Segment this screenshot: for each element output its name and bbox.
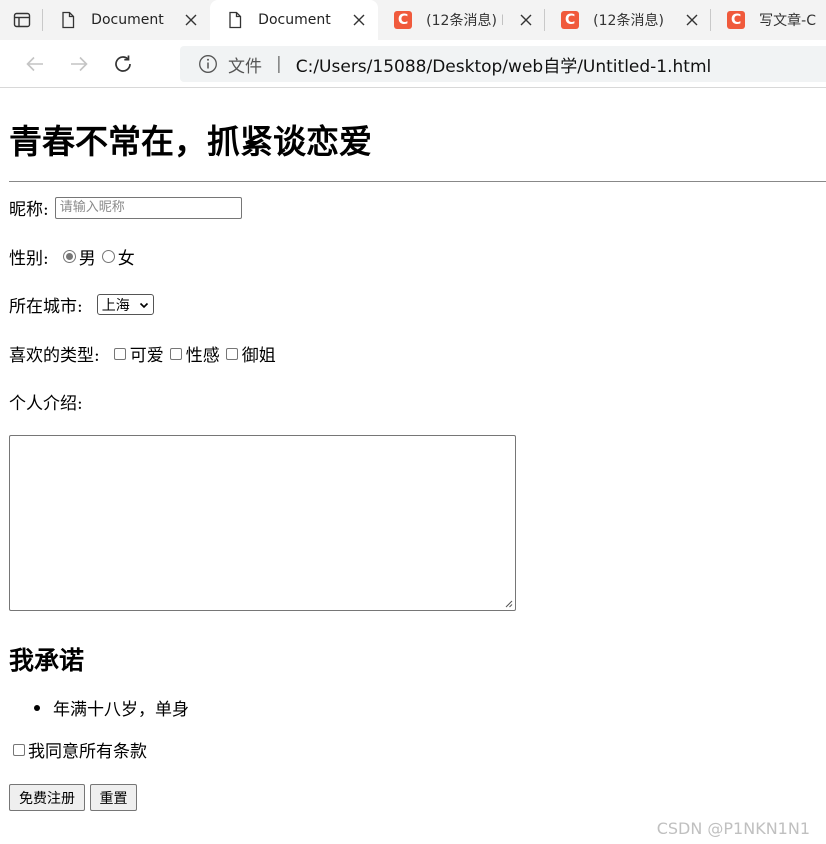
promise-text: 年满十八岁，单身: [53, 700, 189, 720]
agree-label: 我同意所有条款: [28, 742, 147, 762]
url-text[interactable]: C:/Users/15088/Desktop/web自学/Untitled-1.…: [296, 52, 712, 77]
csdn-icon: C: [727, 11, 746, 29]
tab-title: Document: [258, 12, 331, 28]
nickname-label: 昵称:: [9, 200, 49, 220]
intro-row: 个人介绍:: [9, 389, 83, 414]
back-button[interactable]: [13, 46, 57, 82]
page-content: 青春不常在，抓紧谈恋爱 昵称: 性别: 男 女 所在城市: 上海 喜欢的类型: …: [0, 89, 826, 844]
city-row: 所在城市: 上海: [9, 292, 154, 317]
gender-female-label: 女: [117, 249, 135, 269]
intro-textarea[interactable]: [9, 435, 516, 611]
file-icon: [62, 11, 75, 29]
promise-list-item: 年满十八岁，单身: [34, 695, 189, 720]
scheme-label: 文件: [228, 56, 262, 77]
nickname-row: 昵称:: [9, 195, 242, 220]
city-label: 所在城市:: [9, 297, 83, 317]
nickname-input[interactable]: [54, 196, 242, 219]
divider: [9, 181, 826, 182]
reload-button[interactable]: [101, 46, 145, 82]
close-icon[interactable]: [517, 11, 535, 29]
csdn-icon: C: [394, 11, 413, 29]
tab-title: (12条消息) P: [426, 13, 504, 29]
tab-csdn-2[interactable]: C (12条消息): [545, 0, 712, 40]
type-cute-label: 可爱: [129, 346, 164, 366]
city-selected-value: 上海: [101, 297, 130, 314]
type-mature-checkbox[interactable]: [225, 347, 238, 360]
type-cute-checkbox[interactable]: [113, 347, 126, 360]
gender-label: 性别:: [9, 249, 49, 269]
address-toolbar: 文件 | C:/Users/15088/Desktop/web自学/Untitl…: [0, 40, 826, 88]
watermark: CSDN @P1NKN1N1: [656, 819, 810, 838]
tab-csdn-1[interactable]: C (12条消息) P: [378, 0, 546, 40]
city-select[interactable]: 上海: [96, 294, 154, 315]
agree-row: 我同意所有条款: [7, 737, 147, 762]
type-mature-label: 御姐: [241, 346, 276, 366]
types-label: 喜欢的类型:: [9, 346, 100, 366]
forward-button[interactable]: [57, 46, 101, 82]
gender-female-radio[interactable]: [101, 250, 115, 263]
types-row: 喜欢的类型: 可爱 性感 御姐: [9, 341, 276, 366]
gender-row: 性别: 男 女: [9, 244, 135, 269]
address-separator: |: [276, 54, 282, 74]
tab-strip: Document Document C (12条消息) P C (12条消息) …: [0, 0, 826, 40]
reload-icon: [115, 55, 131, 72]
close-icon[interactable]: [350, 11, 368, 29]
back-arrow-icon: [26, 56, 43, 71]
resize-grip-icon[interactable]: [504, 599, 513, 608]
type-sexy-label: 性感: [185, 346, 220, 366]
close-icon[interactable]: [182, 11, 200, 29]
gender-male-radio[interactable]: [62, 250, 76, 263]
bullet-icon: [34, 704, 40, 711]
tab-title: (12条消息): [593, 13, 664, 29]
type-sexy-checkbox[interactable]: [169, 347, 182, 360]
tab-actions-icon: [13, 12, 30, 28]
reset-button[interactable]: 重置: [90, 784, 137, 811]
csdn-icon: C: [561, 11, 580, 29]
tab-title: Document: [91, 12, 164, 28]
tab-actions-button[interactable]: [0, 0, 44, 40]
promise-heading: 我承诺: [9, 646, 85, 675]
tab-csdn-3[interactable]: C 写文章-C: [711, 0, 826, 40]
register-button[interactable]: 免费注册: [9, 784, 85, 811]
info-icon[interactable]: [198, 54, 218, 74]
intro-label: 个人介绍:: [9, 394, 83, 414]
tab-document-2[interactable]: Document: [210, 0, 379, 40]
tab-document-1[interactable]: Document: [43, 0, 210, 40]
chevron-down-icon: [139, 302, 148, 308]
forward-arrow-icon: [71, 56, 88, 71]
file-icon: [229, 11, 242, 29]
address-bar[interactable]: 文件 | C:/Users/15088/Desktop/web自学/Untitl…: [180, 46, 826, 82]
page-title: 青春不常在，抓紧谈恋爱: [9, 122, 372, 161]
tab-title: 写文章-C: [759, 13, 816, 29]
agree-checkbox[interactable]: [13, 743, 25, 756]
close-icon[interactable]: [683, 11, 701, 29]
gender-male-label: 男: [78, 249, 96, 269]
